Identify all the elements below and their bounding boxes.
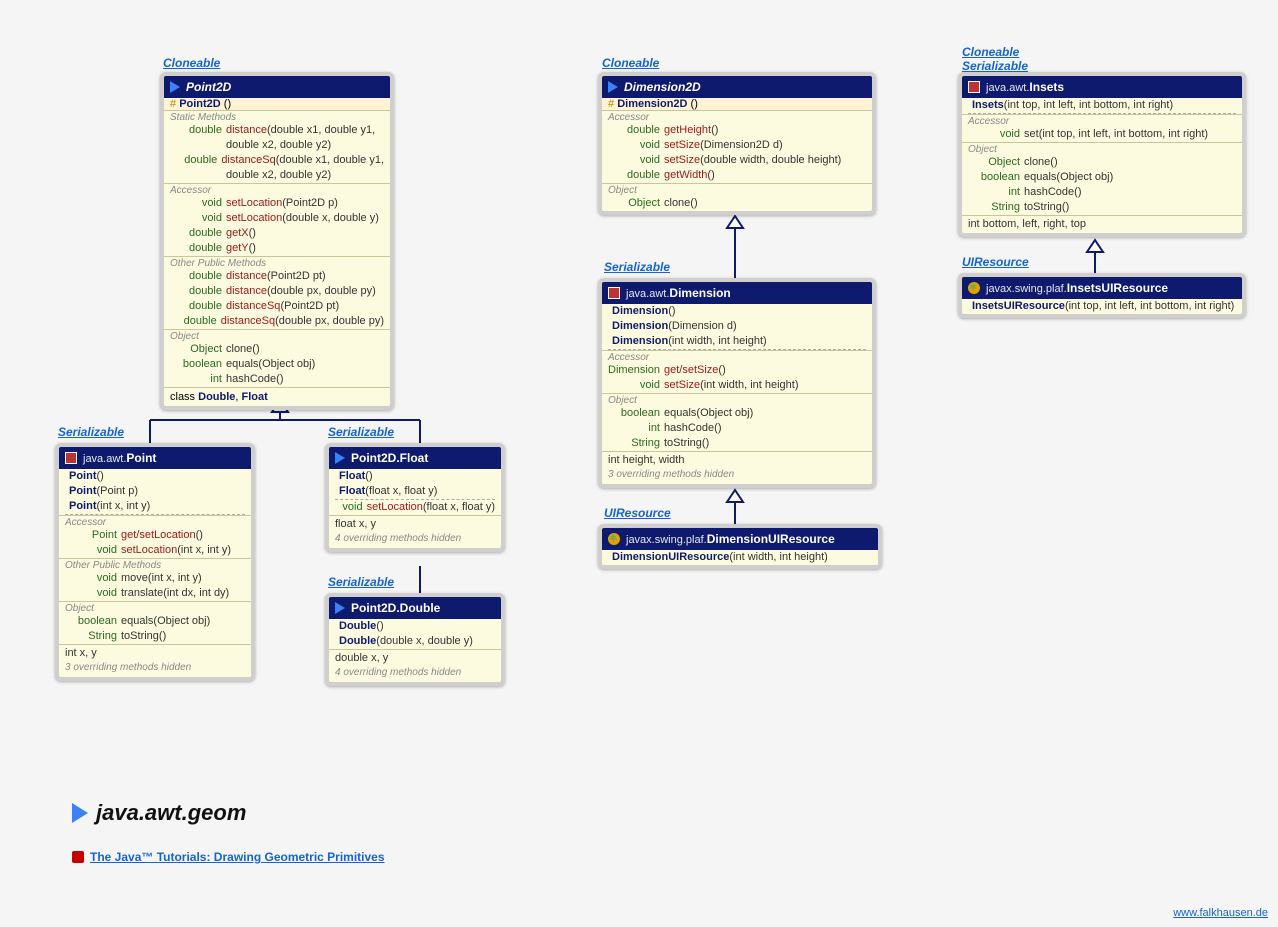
class-point2d: Point2D # Point2D () Static Methods doub… [160,72,394,410]
class-point2d-double: Point2D.Double Double ()Double (double x… [325,593,505,686]
class-dimension: java.awt.Dimension Dimension ()Dimension… [598,278,876,488]
label-cloneable-2: Cloneable [602,56,659,70]
abstract-icon [608,81,618,93]
class-dimensionuiresource: javax.swing.plaf.DimensionUIResource Dim… [598,524,882,569]
label-serializable-p: Serializable [58,425,124,439]
play-icon [335,602,345,614]
play-icon [72,803,88,823]
label-serializable-3: Serializable [962,59,1028,73]
inner-classes: class Double, Float [164,387,390,406]
label-serializable-pd: Serializable [328,575,394,589]
class-dimension2d: Dimension2D # Dimension2D () Accessor do… [598,72,876,215]
label-serializable-d: Serializable [604,260,670,274]
class-insets: java.awt.Insets Insets (int top, int lef… [958,72,1246,237]
gear-icon [608,533,620,545]
play-icon [335,452,345,464]
class-icon [968,81,980,93]
label-cloneable: Cloneable [163,56,220,70]
label-serializable-pf: Serializable [328,425,394,439]
class-insetsuiresource: javax.swing.plaf.InsetsUIResource Insets… [958,273,1246,318]
protected-ctor: # Point2D () [164,98,390,110]
label-uiresource-i: UIResource [962,255,1029,269]
gear-icon [968,282,980,294]
class-title: Point2D [164,76,390,98]
class-point: java.awt.Point Point ()Point (Point p)Po… [55,443,255,681]
class-icon [608,287,620,299]
watermark-link[interactable]: www.falkhausen.de [1173,907,1268,919]
tutorials-link[interactable]: The Java™ Tutorials: Drawing Geometric P… [90,850,385,864]
package-title: java.awt.geom [72,800,246,826]
class-point2d-float: Point2D.Float Float ()Float (float x, fl… [325,443,505,552]
class-icon [65,452,77,464]
label-uiresource-d: UIResource [604,506,671,520]
label-cloneable-3: Cloneable [962,45,1019,59]
oracle-icon [72,851,84,863]
footer-link[interactable]: The Java™ Tutorials: Drawing Geometric P… [72,850,385,864]
abstract-icon [170,81,180,93]
